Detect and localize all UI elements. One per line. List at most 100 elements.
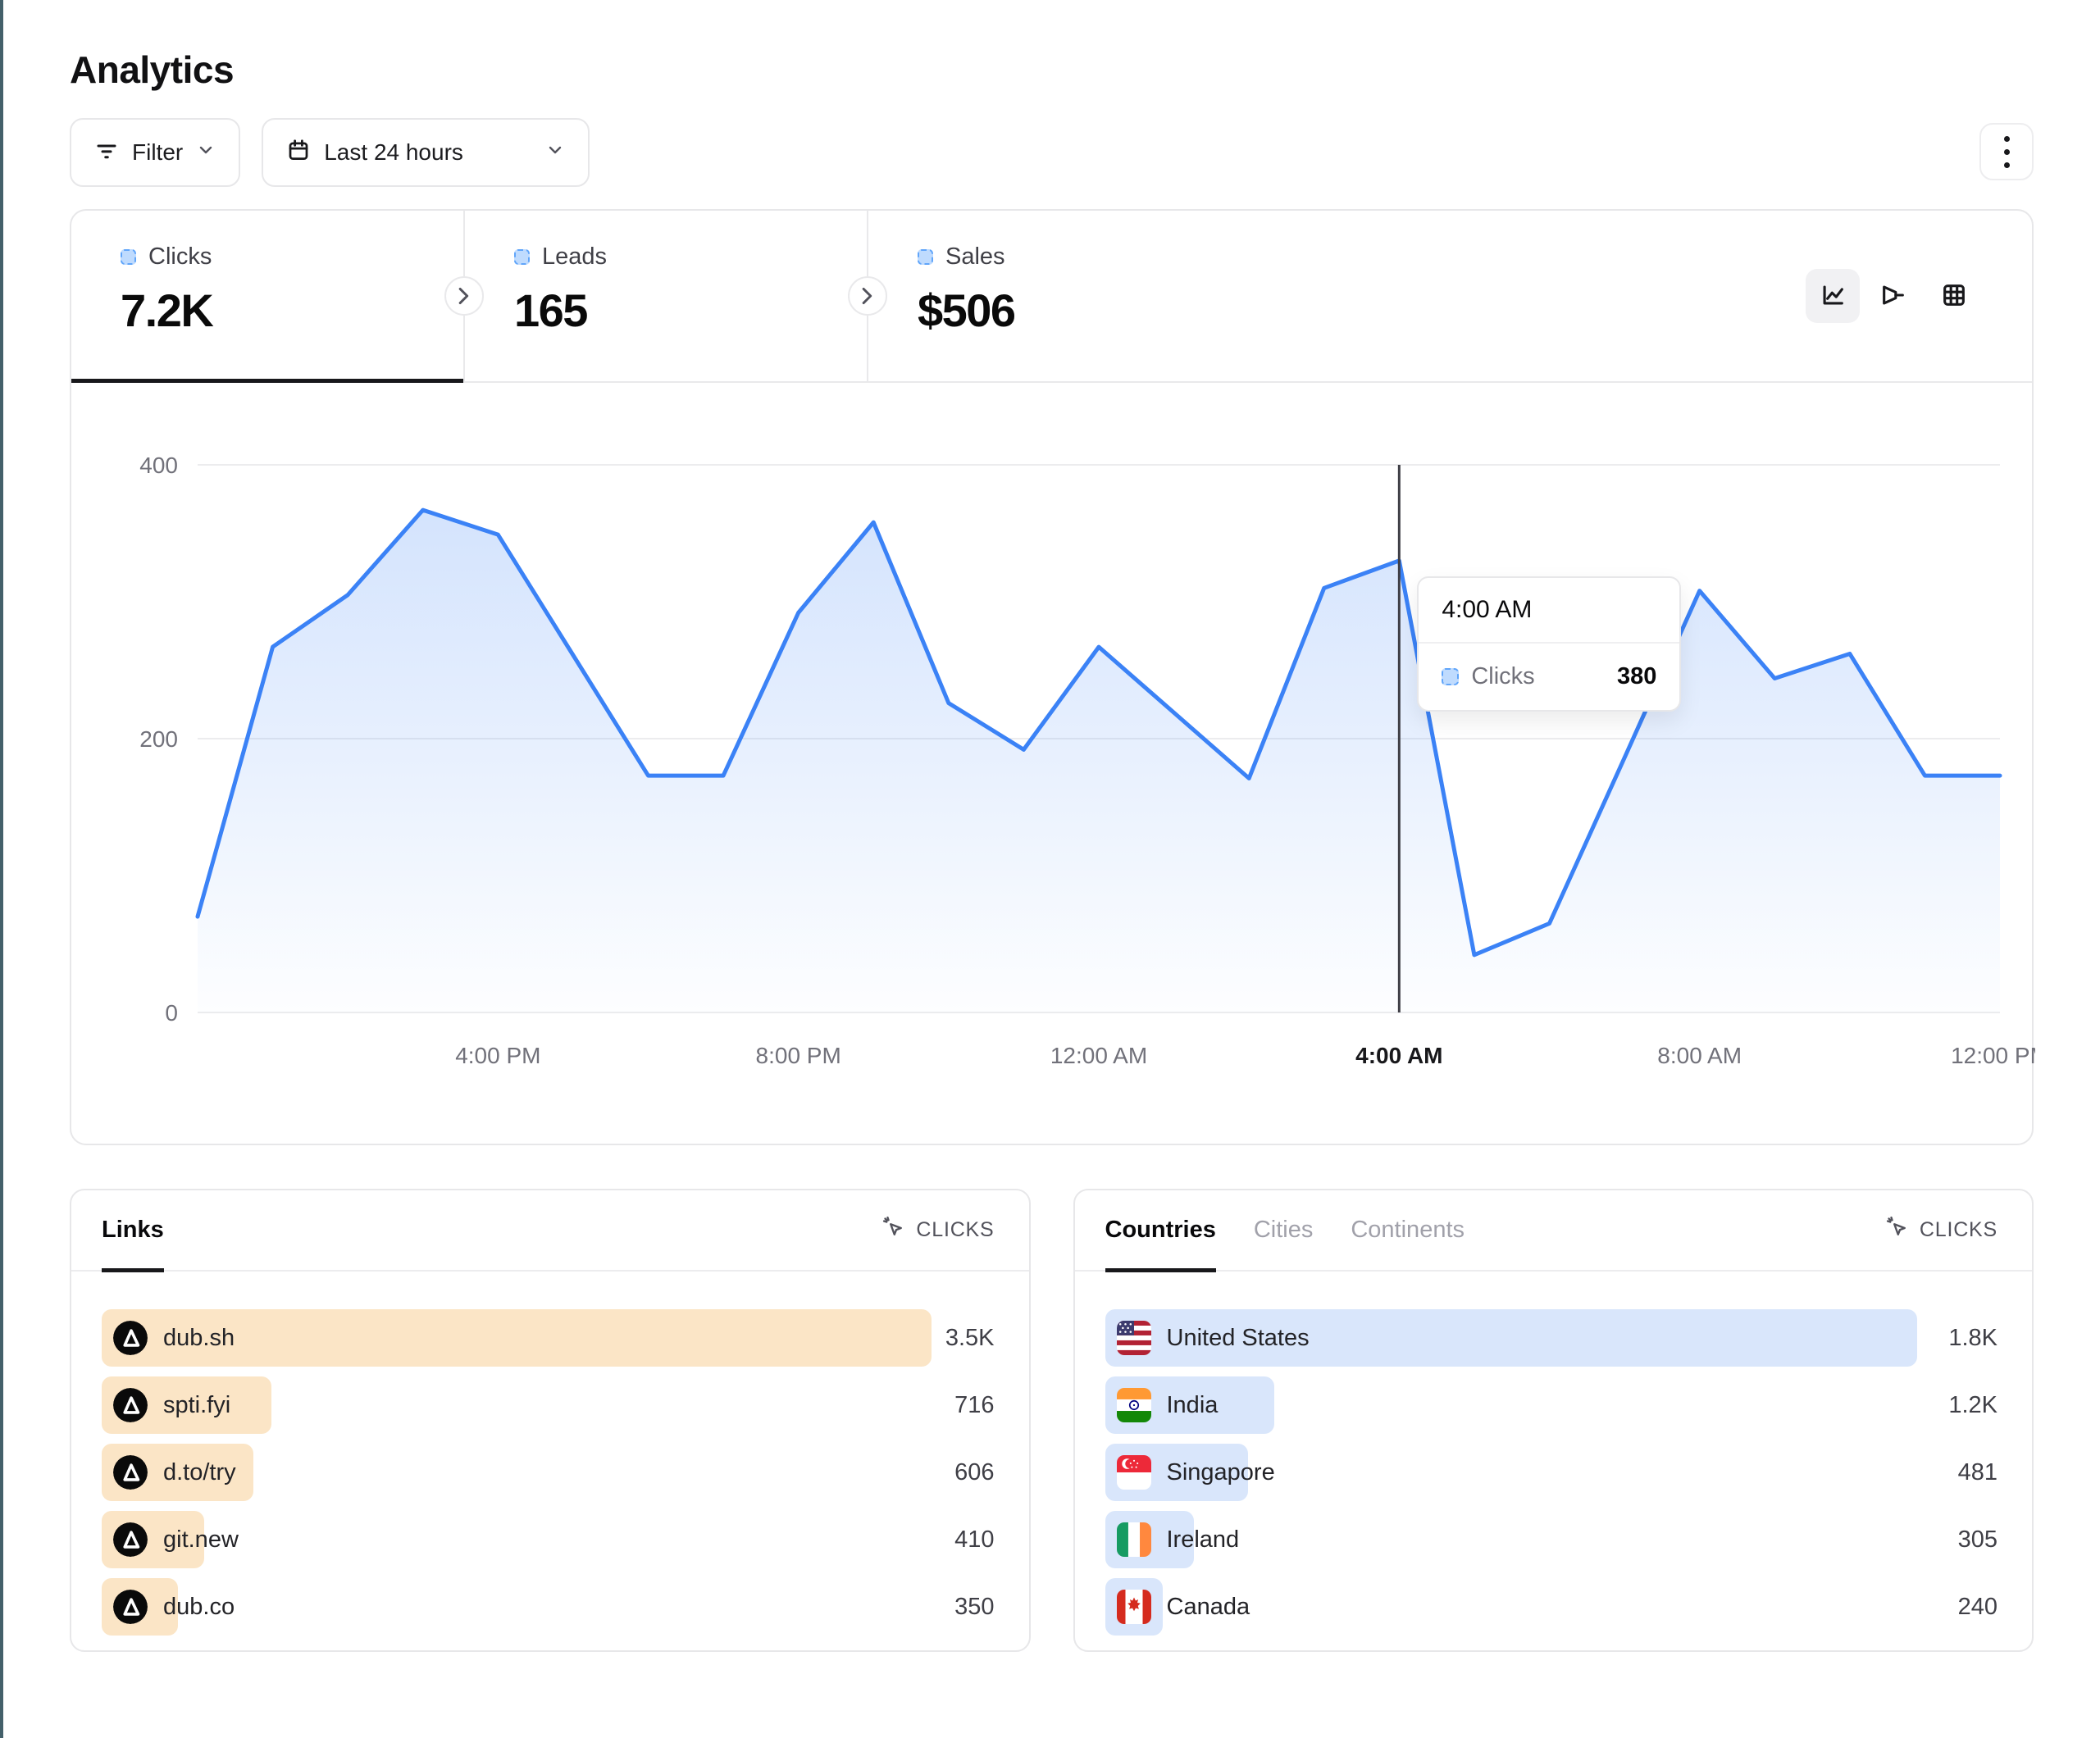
row-label: Ireland [1167, 1526, 1240, 1554]
row-label: Singapore [1167, 1459, 1275, 1486]
expand-sales-button[interactable] [848, 276, 887, 316]
tooltip-value: 380 [1617, 663, 1656, 690]
kebab-menu-icon [2004, 136, 2010, 142]
funnel-chart-icon [1879, 281, 1907, 312]
breakdown-panels: Links CLICKS dub.sh 3.5K spti.fyi 716 d.to/t… [70, 1189, 2034, 1652]
ca-flag-icon [1117, 1590, 1151, 1624]
row-value: 350 [954, 1594, 994, 1621]
chevron-down-icon [196, 139, 216, 166]
row-value: 1.2K [1948, 1392, 1998, 1419]
clicks-legend-icon [121, 249, 136, 265]
tab-cities[interactable]: Cities [1254, 1190, 1314, 1271]
stats-row: Clicks 7.2K Leads 165 [71, 211, 2032, 383]
x-axis-label: 8:00 AM [1657, 1043, 1742, 1068]
chart-canvas[interactable]: 0 200 400 4:00 PM 8:00 PM 12:00 AM 4:00 AM 8:00… [71, 383, 2035, 1144]
stat-tab-clicks[interactable]: Clicks 7.2K [71, 211, 463, 381]
stat-tab-leads[interactable]: Leads 165 [465, 211, 867, 381]
y-axis-label: 0 [165, 1000, 178, 1026]
sg-flag-icon [1117, 1455, 1151, 1490]
link-row[interactable]: git.new 410 [102, 1511, 995, 1568]
stat-value: $506 [918, 284, 1278, 337]
filter-label: Filter [132, 139, 183, 166]
y-axis-label: 400 [139, 453, 178, 478]
row-value: 481 [1958, 1459, 1998, 1486]
link-row[interactable]: d.to/try 606 [102, 1444, 995, 1501]
link-row[interactable]: spti.fyi 716 [102, 1376, 995, 1434]
leads-legend-icon [514, 249, 530, 265]
country-row[interactable]: Singapore 481 [1105, 1444, 1998, 1501]
row-label: Canada [1167, 1594, 1250, 1621]
dub-logo-icon [113, 1590, 148, 1624]
links-metric[interactable]: CLICKS [881, 1215, 994, 1245]
table-view-toggle[interactable] [1927, 269, 1981, 323]
cursor-click-icon [1885, 1215, 1910, 1245]
row-value: 3.5K [945, 1325, 995, 1352]
date-range-label: Last 24 hours [324, 139, 463, 166]
x-axis-label: 4:00 AM [1355, 1043, 1442, 1068]
x-axis-label: 4:00 PM [455, 1043, 540, 1068]
link-row[interactable]: dub.co 350 [102, 1578, 995, 1636]
stat-value: 7.2K [121, 284, 463, 337]
ie-flag-icon [1117, 1522, 1151, 1557]
stat-label: Leads [542, 243, 607, 271]
chart-tooltip: 4:00 AM Clicks 380 [1417, 576, 1681, 712]
funnel-chart-toggle[interactable] [1866, 269, 1920, 323]
toolbar: Filter Last 24 hours [70, 118, 2034, 187]
date-range-button[interactable]: Last 24 hours [262, 118, 590, 187]
tab-links[interactable]: Links [102, 1190, 164, 1271]
expand-leads-button[interactable] [444, 276, 484, 316]
row-label: git.new [163, 1526, 239, 1554]
tooltip-time: 4:00 AM [1419, 578, 1679, 644]
country-row[interactable]: Canada 240 [1105, 1578, 1998, 1636]
x-axis-label: 12:00 AM [1050, 1043, 1147, 1068]
analytics-chart-card: Clicks 7.2K Leads 165 [70, 209, 2034, 1145]
stat-label: Clicks [148, 243, 212, 271]
chevron-down-icon [545, 139, 565, 166]
clicks-legend-icon [1442, 668, 1459, 685]
tooltip-series: Clicks [1471, 663, 1605, 690]
row-value: 606 [954, 1459, 994, 1486]
line-chart-icon [1819, 281, 1847, 312]
calendar-icon [286, 138, 311, 168]
stat-label: Sales [945, 243, 1005, 271]
row-value: 410 [954, 1526, 994, 1554]
area-fill [198, 510, 2000, 1012]
filter-button[interactable]: Filter [70, 118, 240, 187]
more-menu-button[interactable] [1979, 123, 2034, 180]
stat-value: 165 [514, 284, 867, 337]
links-panel: Links CLICKS dub.sh 3.5K spti.fyi 716 d.to/t… [70, 1189, 1031, 1652]
line-chart-toggle[interactable] [1806, 269, 1860, 323]
x-axis-label: 12:00 PM [1951, 1043, 2035, 1068]
country-row[interactable]: United States 1.8K [1105, 1309, 1998, 1367]
cursor-click-icon [881, 1215, 906, 1245]
country-row[interactable]: Ireland305 [1105, 1511, 1998, 1568]
row-value: 716 [954, 1392, 994, 1419]
tab-countries[interactable]: Countries [1105, 1190, 1216, 1271]
clicks-area-chart[interactable]: 0 200 400 4:00 PM 8:00 PM 12:00 AM 4:00 AM 8:00… [71, 383, 2032, 1144]
row-label: spti.fyi [163, 1392, 230, 1419]
row-label: dub.co [163, 1594, 235, 1621]
page-title: Analytics [70, 48, 2034, 92]
us-flag-icon [1117, 1321, 1151, 1355]
country-row[interactable]: India 1.2K [1105, 1376, 1998, 1434]
table-icon [1940, 281, 1968, 312]
dub-logo-icon [113, 1321, 148, 1355]
row-value: 240 [1958, 1594, 1998, 1621]
x-axis-label: 8:00 PM [756, 1043, 841, 1068]
y-axis-label: 200 [139, 726, 178, 752]
tab-continents[interactable]: Continents [1351, 1190, 1465, 1271]
row-label: d.to/try [163, 1459, 236, 1486]
stat-tab-sales[interactable]: Sales $506 [868, 211, 1278, 381]
dub-logo-icon [113, 1388, 148, 1422]
link-row[interactable]: dub.sh 3.5K [102, 1309, 995, 1367]
row-label: United States [1167, 1325, 1310, 1352]
dub-logo-icon [113, 1455, 148, 1490]
countries-metric[interactable]: CLICKS [1885, 1215, 1998, 1245]
chart-view-toggles [1806, 269, 1981, 323]
row-label: dub.sh [163, 1325, 235, 1352]
row-label: India [1167, 1392, 1219, 1419]
analytics-page: Analytics Filter Last 24 hours [70, 0, 2034, 1652]
row-value: 1.8K [1948, 1325, 1998, 1352]
in-flag-icon [1117, 1388, 1151, 1422]
page-left-accent [0, 0, 3, 1738]
